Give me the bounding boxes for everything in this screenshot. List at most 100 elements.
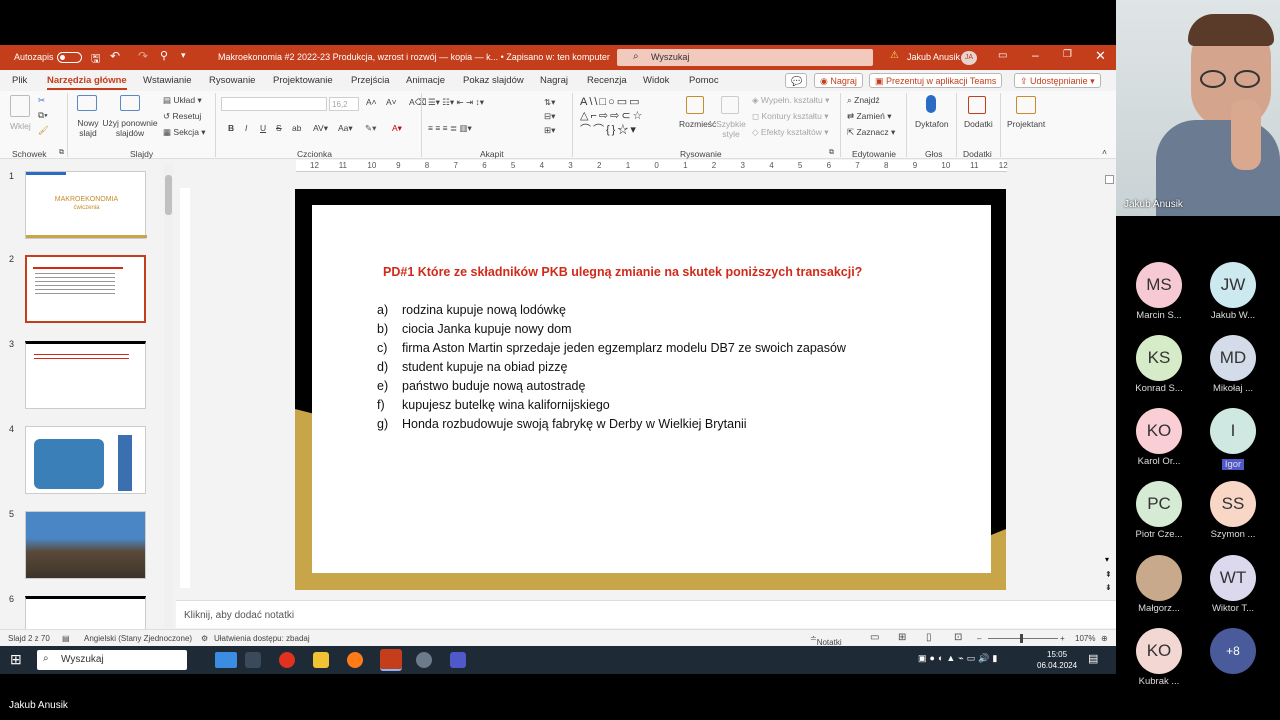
paste-icon[interactable]: [10, 95, 30, 117]
text-direction-icon[interactable]: ⇅▾: [544, 97, 555, 108]
qat-more-icon[interactable]: ▾: [181, 50, 186, 61]
file-explorer-icon[interactable]: [313, 652, 329, 668]
windows-start-icon[interactable]: ⊞: [10, 651, 22, 668]
align-text-icon[interactable]: ⊟▾: [544, 111, 555, 122]
font-name-select[interactable]: [221, 97, 327, 111]
font-shrink-icon[interactable]: A˅: [386, 97, 397, 107]
participant-tile[interactable]: KS Konrad S...: [1124, 335, 1194, 394]
opera-icon[interactable]: [279, 652, 295, 668]
zoom-in-icon[interactable]: +: [1060, 634, 1065, 643]
reuse-slides-icon[interactable]: [120, 95, 140, 111]
collapse-ribbon-icon[interactable]: ˄: [1102, 147, 1107, 157]
autosave-toggle[interactable]: [57, 52, 82, 63]
reading-view-icon[interactable]: ▯: [926, 632, 932, 643]
search-box[interactable]: ⌕ Wyszukaj: [617, 49, 873, 66]
ribbon-display-icon[interactable]: ▭: [998, 50, 1007, 61]
participant-tile[interactable]: PC Piotr Cze...: [1124, 481, 1194, 540]
tab-design[interactable]: Projektowanie: [273, 75, 333, 86]
task-view-icon[interactable]: [245, 652, 261, 668]
participant-tile[interactable]: JW Jakub W...: [1198, 262, 1268, 321]
strike-icon[interactable]: S: [276, 123, 282, 133]
italic-icon[interactable]: I: [245, 123, 247, 133]
tab-help[interactable]: Pomoc: [689, 75, 719, 86]
participant-tile[interactable]: WT Wiktor T...: [1198, 555, 1268, 614]
firefox-icon[interactable]: [347, 652, 363, 668]
shape-fill-button[interactable]: ◈ Wypełn. kształtu ▾: [752, 95, 829, 106]
taskbar-clock[interactable]: 15:05 06.04.2024: [1037, 649, 1077, 671]
tab-transitions[interactable]: Przejścia: [351, 75, 390, 86]
notes-toggle[interactable]: ≐ Notatki: [810, 634, 842, 647]
scroll-box[interactable]: [1105, 175, 1114, 184]
designer-label[interactable]: Projektant: [1007, 119, 1045, 129]
prev-slide-icon[interactable]: ⇞: [1105, 570, 1112, 579]
shadow-icon[interactable]: ab: [292, 123, 301, 133]
document-title[interactable]: Makroekonomia #2 2022-23 Produkcja, wzro…: [218, 52, 610, 62]
slide-thumbnail-4[interactable]: [25, 426, 146, 494]
tab-insert[interactable]: Wstawianie: [143, 75, 192, 86]
new-slide-label[interactable]: Nowy slajd: [75, 118, 101, 138]
zoom-level[interactable]: 107%: [1075, 634, 1095, 643]
new-slide-icon[interactable]: [77, 95, 97, 111]
reuse-slides-label[interactable]: Użyj ponownie slajdów: [102, 118, 158, 138]
participant-tile[interactable]: SS Szymon ...: [1198, 481, 1268, 540]
align-icons[interactable]: ≡ ≡ ≡ ≣ ▥▾: [428, 123, 472, 134]
accessibility-label[interactable]: Ułatwienia dostępu: zbadaj: [214, 634, 310, 643]
slideshow-view-icon[interactable]: ⊡: [954, 632, 962, 643]
arrange-icon[interactable]: [686, 96, 704, 114]
designer-icon[interactable]: [1016, 96, 1036, 114]
slide-thumbnail-2[interactable]: [25, 255, 146, 323]
addins-icon[interactable]: [968, 96, 986, 114]
minimize-icon[interactable]: –: [1032, 48, 1039, 62]
warning-icon[interactable]: ⚠: [890, 50, 899, 61]
zoom-out-icon[interactable]: –: [977, 634, 981, 643]
tab-animations[interactable]: Animacje: [406, 75, 445, 86]
tab-record[interactable]: Nagraj: [540, 75, 568, 86]
smartart-icon[interactable]: ⊞▾: [544, 125, 555, 136]
find-button[interactable]: ⌕ Znajdź: [847, 95, 880, 106]
microphone-icon[interactable]: [926, 95, 936, 113]
dictate-label[interactable]: Dyktafon: [915, 119, 949, 129]
cut-icon[interactable]: ✂: [38, 95, 45, 106]
case-icon[interactable]: Aa▾: [338, 123, 353, 134]
language-label[interactable]: Angielski (Stany Zjednoczone): [84, 634, 192, 643]
taskbar-search[interactable]: ⌕ Wyszukaj: [37, 650, 237, 670]
layout-button[interactable]: ▤ Układ ▾: [163, 95, 202, 106]
slide-thumbnail-6[interactable]: [25, 596, 146, 632]
slide-canvas[interactable]: PD#1 Które ze składników PKB ulegną zmia…: [295, 189, 1006, 590]
tab-file[interactable]: Plik: [12, 75, 27, 86]
spellcheck-icon[interactable]: ▤: [62, 634, 70, 643]
select-button[interactable]: ⇱ Zaznacz ▾: [847, 127, 895, 138]
present-teams-button[interactable]: ▣ Prezentuj w aplikacji Teams: [869, 73, 1003, 88]
clipboard-launcher-icon[interactable]: ⧉: [59, 149, 64, 157]
participant-tile[interactable]: KO Kubrak ...: [1124, 628, 1194, 687]
replace-button[interactable]: ⇄ Zamień ▾: [847, 111, 891, 122]
reset-button[interactable]: ↺ Resetuj: [163, 111, 201, 122]
tab-view[interactable]: Widok: [643, 75, 669, 86]
participant-tile[interactable]: KO Karol Or...: [1124, 408, 1194, 467]
participant-tile[interactable]: Małgorz...: [1124, 555, 1194, 614]
quick-styles-label[interactable]: Szybkie style: [716, 119, 746, 139]
customize-icon[interactable]: ⚲: [160, 49, 168, 62]
redo-icon[interactable]: ↷: [138, 49, 148, 63]
record-button[interactable]: ◉ Nagraj: [814, 73, 863, 88]
slide-thumbnail-3[interactable]: [25, 341, 146, 409]
tab-review[interactable]: Recenzja: [587, 75, 627, 86]
underline-icon[interactable]: U: [260, 123, 266, 133]
font-size-select[interactable]: 16,2: [329, 97, 359, 111]
slide-thumbnail-5[interactable]: [25, 511, 146, 579]
notes-pane[interactable]: Kliknij, aby dodać notatki: [176, 600, 1116, 628]
format-painter-icon[interactable]: 🖌: [38, 125, 49, 136]
zoom-handle[interactable]: [1020, 634, 1023, 643]
powerpoint-icon[interactable]: [380, 649, 402, 671]
clear-format-icon[interactable]: A⌫: [409, 97, 427, 108]
maximize-icon[interactable]: ❐: [1063, 49, 1072, 60]
close-icon[interactable]: ✕: [1095, 48, 1106, 64]
fit-slide-icon[interactable]: ⊕: [1101, 634, 1108, 643]
copy-icon[interactable]: ⧉▾: [38, 110, 48, 121]
user-name[interactable]: Jakub Anusik: [907, 52, 960, 62]
bullets-icon[interactable]: ☰▾ ☷▾ ⇤ ⇥ ↕▾: [428, 97, 484, 108]
settings-icon[interactable]: [416, 652, 432, 668]
bold-icon[interactable]: B: [228, 123, 234, 133]
user-avatar[interactable]: JA: [961, 51, 977, 65]
thumb-scrollbar[interactable]: [164, 163, 173, 629]
